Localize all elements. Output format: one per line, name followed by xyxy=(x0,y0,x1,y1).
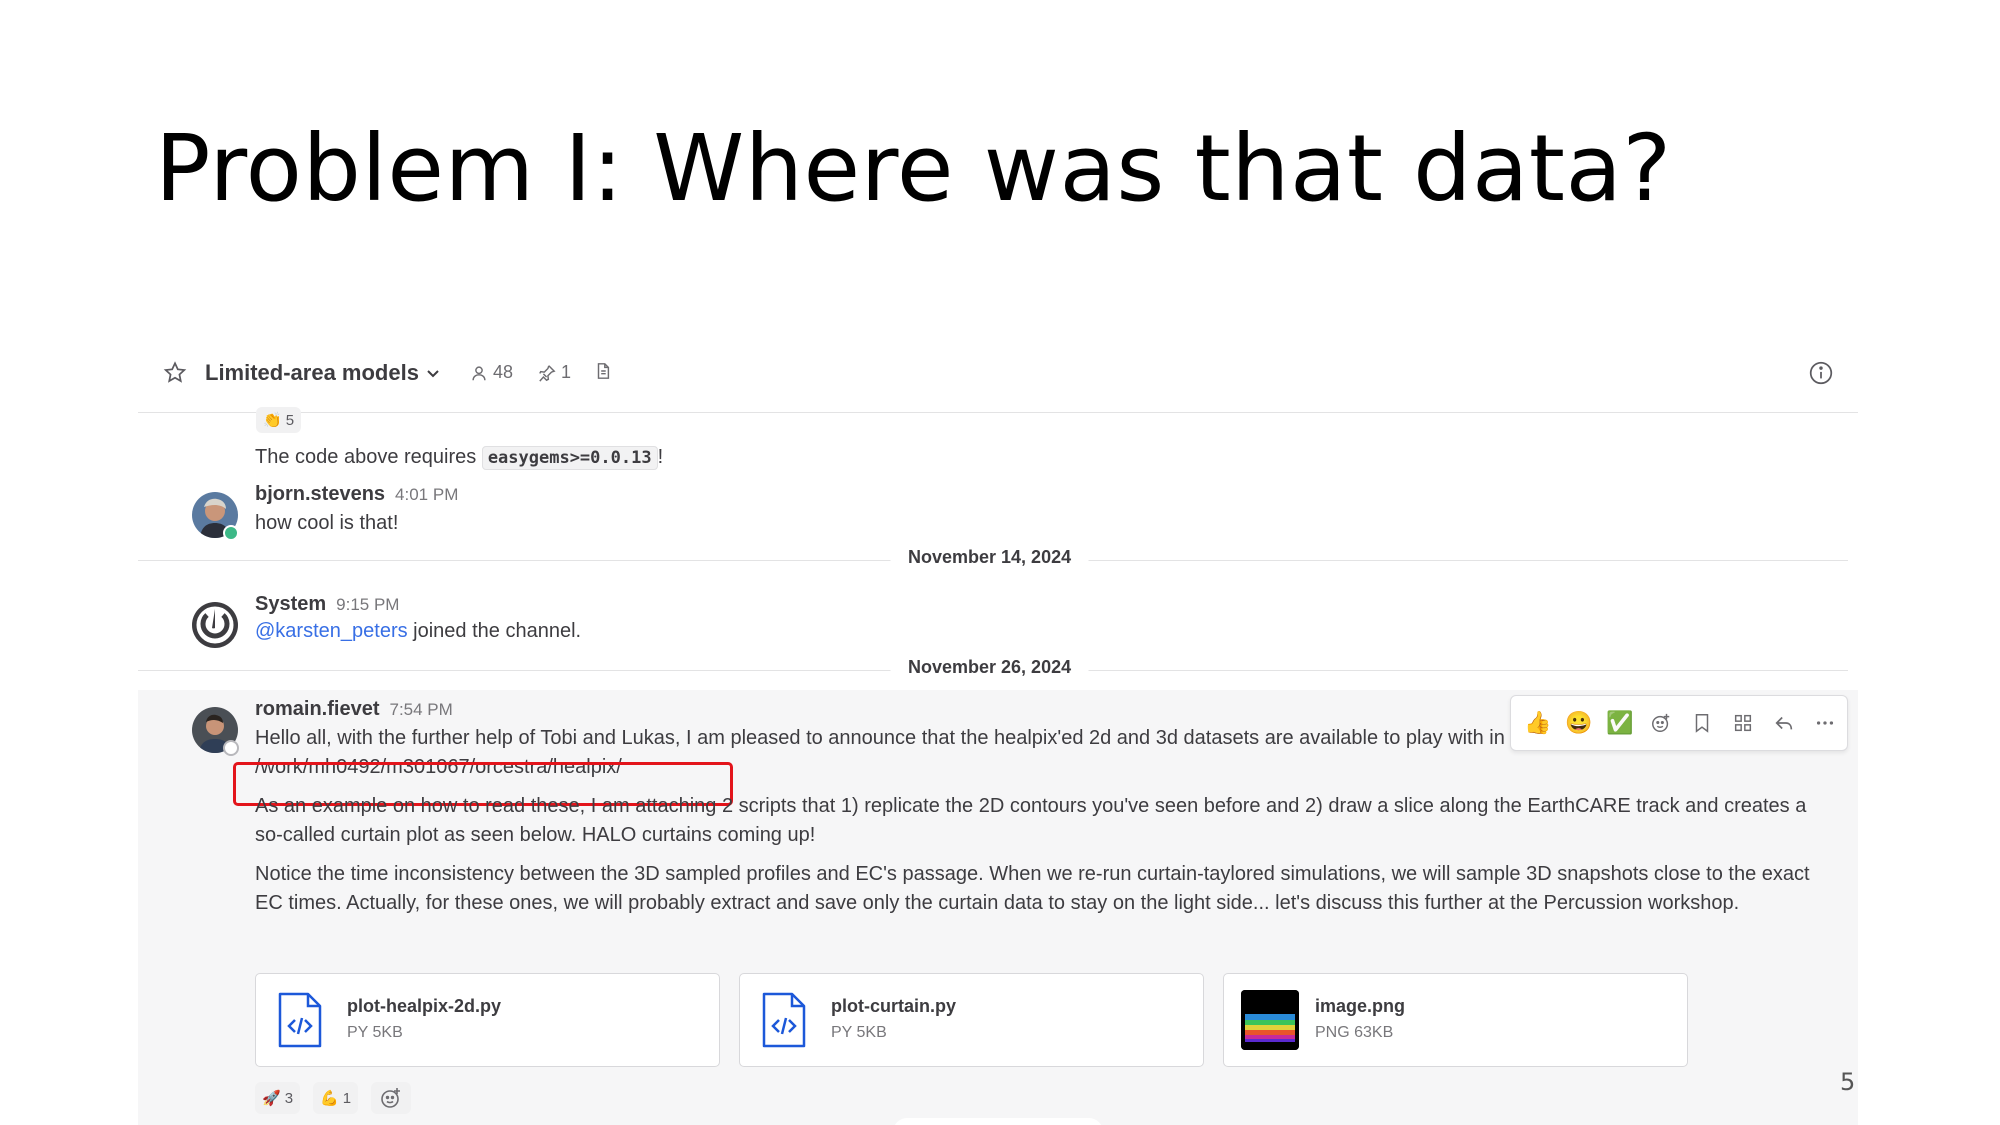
file-icon xyxy=(597,363,610,379)
date-label: November 26, 2024 xyxy=(890,657,1090,678)
member-count-button[interactable]: 48 xyxy=(470,362,513,383)
file-name: image.png xyxy=(1315,996,1406,1016)
reaction-muscle[interactable]: 💪 1 xyxy=(313,1082,359,1114)
files-button[interactable] xyxy=(594,362,612,380)
online-status-icon xyxy=(223,525,239,541)
add-reaction-icon xyxy=(381,1088,400,1108)
reaction-rocket[interactable]: 🚀 3 xyxy=(255,1082,301,1114)
rocket-emoji: 🚀 xyxy=(262,1090,281,1107)
reaction-count: 1 xyxy=(342,1089,352,1107)
username-bjorn[interactable]: bjorn.stevens xyxy=(255,483,385,505)
username-system: System xyxy=(255,593,327,615)
post-actions-toolbar: 👍 😀 ✅ xyxy=(1510,695,1848,751)
file-meta: PY 5KB xyxy=(347,1024,403,1041)
next-date-separator xyxy=(893,1118,1103,1125)
info-icon[interactable] xyxy=(1808,360,1834,386)
timestamp[interactable]: 9:15 PM xyxy=(336,595,399,614)
system-message: @karsten_peters joined the channel. xyxy=(255,617,581,646)
username-romain[interactable]: romain.fievet xyxy=(255,698,379,720)
apps-icon[interactable] xyxy=(1726,706,1760,740)
channel-name-button[interactable]: Limited-area models xyxy=(205,360,441,386)
channel-name: Limited-area models xyxy=(205,360,419,385)
code-file-icon xyxy=(762,992,806,1048)
message-text: The code above requires xyxy=(255,446,482,468)
message-paragraph-3: Notice the time inconsistency between th… xyxy=(255,863,1810,914)
file-attachment[interactable]: plot-healpix-2d.py PY 5KB xyxy=(255,973,720,1067)
emoji-reaction-grinning[interactable]: 😀 xyxy=(1562,706,1596,740)
offline-status-icon xyxy=(223,740,239,756)
star-icon[interactable] xyxy=(162,360,188,386)
member-count: 48 xyxy=(493,362,514,382)
avatar-system xyxy=(192,602,238,648)
emoji-reaction-check[interactable]: ✅ xyxy=(1603,706,1637,740)
slide-title: Problem I: Where was that data? xyxy=(155,115,1672,222)
reaction-count: 3 xyxy=(284,1089,294,1107)
timestamp[interactable]: 4:01 PM xyxy=(395,485,458,504)
message-header-system: System 9:15 PM xyxy=(255,593,399,616)
file-meta: PY 5KB xyxy=(831,1024,887,1041)
pinned-count: 1 xyxy=(561,362,572,382)
file-meta: PNG 63KB xyxy=(1315,1024,1394,1041)
clap-emoji: 👏 xyxy=(263,412,282,429)
add-reaction-icon[interactable] xyxy=(1644,706,1678,740)
message-code-note: The code above requires easygems>=0.0.13… xyxy=(255,443,663,473)
emoji-reaction-thumbsup[interactable]: 👍 xyxy=(1521,706,1555,740)
date-separator: November 14, 2024 xyxy=(138,545,1848,575)
channel-header: Limited-area models 48 1 xyxy=(138,335,1858,413)
chat-screenshot: Limited-area models 48 1 👏 5 The code ab… xyxy=(138,335,1858,1125)
date-separator: November 26, 2024 xyxy=(138,655,1848,685)
message-header-bjorn: bjorn.stevens 4:01 PM xyxy=(255,483,458,506)
muscle-emoji: 💪 xyxy=(320,1090,339,1107)
file-name: plot-curtain.py xyxy=(831,996,956,1016)
reaction-clap[interactable]: 👏 5 xyxy=(256,407,302,433)
message-text-end: ! xyxy=(657,446,664,468)
image-thumbnail xyxy=(1241,990,1299,1050)
inline-code: easygems>=0.0.13 xyxy=(481,446,658,470)
reaction-count: 5 xyxy=(285,411,295,429)
add-reaction-button[interactable] xyxy=(371,1082,411,1114)
mention-link[interactable]: @karsten_peters xyxy=(255,620,408,642)
timestamp[interactable]: 7:54 PM xyxy=(389,700,452,719)
message-header-romain: romain.fievet 7:54 PM xyxy=(255,698,453,721)
date-label: November 14, 2024 xyxy=(890,547,1090,568)
slide-number: 5 xyxy=(1840,1068,1856,1096)
file-name: plot-healpix-2d.py xyxy=(347,996,502,1016)
more-actions-icon[interactable] xyxy=(1808,706,1842,740)
code-file-icon xyxy=(278,992,322,1048)
message-paragraph-2: As an example on how to read these, I am… xyxy=(255,795,1807,846)
message-text-bjorn: how cool is that! xyxy=(255,512,399,534)
bookmark-icon[interactable] xyxy=(1685,706,1719,740)
system-text: joined the channel. xyxy=(407,620,582,642)
file-attachment[interactable]: plot-curtain.py PY 5KB xyxy=(739,973,1204,1067)
pinned-count-button[interactable]: 1 xyxy=(538,362,571,383)
pin-icon xyxy=(539,364,556,382)
reply-icon[interactable] xyxy=(1767,706,1801,740)
file-attachment[interactable]: image.png PNG 63KB xyxy=(1223,973,1688,1067)
member-icon xyxy=(472,365,486,380)
chevron-down-icon xyxy=(427,370,439,378)
